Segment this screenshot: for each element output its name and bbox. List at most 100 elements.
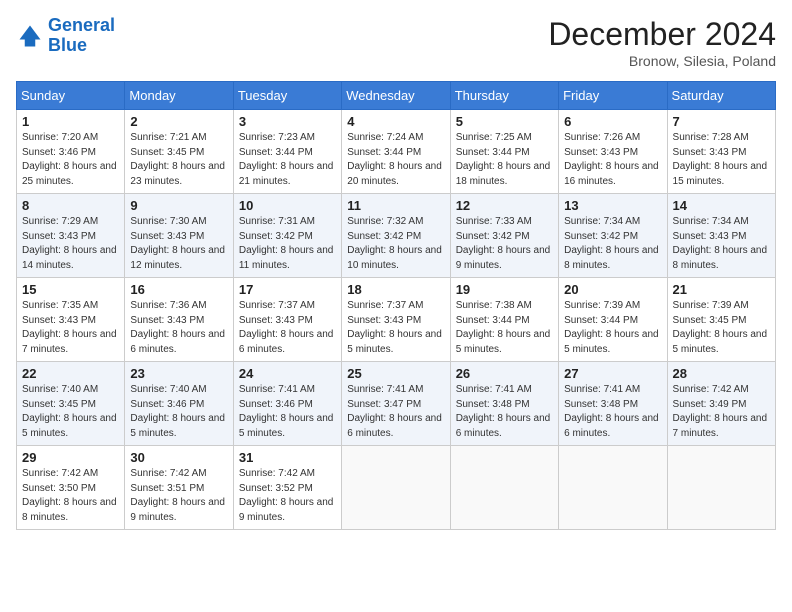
logo-text: General Blue	[48, 16, 115, 56]
day-number: 15	[22, 282, 119, 297]
calendar-cell: 28 Sunrise: 7:42 AM Sunset: 3:49 PM Dayl…	[667, 362, 775, 446]
day-number: 28	[673, 366, 770, 381]
calendar-cell: 2 Sunrise: 7:21 AM Sunset: 3:45 PM Dayli…	[125, 110, 233, 194]
calendar-cell: 8 Sunrise: 7:29 AM Sunset: 3:43 PM Dayli…	[17, 194, 125, 278]
day-number: 22	[22, 366, 119, 381]
calendar-table: SundayMondayTuesdayWednesdayThursdayFrid…	[16, 81, 776, 530]
day-number: 3	[239, 114, 336, 129]
day-info: Sunrise: 7:39 AM Sunset: 3:45 PM Dayligh…	[673, 299, 770, 357]
day-number: 23	[130, 366, 227, 381]
day-of-week-header: Thursday	[450, 82, 558, 110]
day-info: Sunrise: 7:23 AM Sunset: 3:44 PM Dayligh…	[239, 131, 336, 189]
calendar-cell: 6 Sunrise: 7:26 AM Sunset: 3:43 PM Dayli…	[559, 110, 667, 194]
day-number: 26	[456, 366, 553, 381]
day-info: Sunrise: 7:37 AM Sunset: 3:43 PM Dayligh…	[239, 299, 336, 357]
calendar-header-row: SundayMondayTuesdayWednesdayThursdayFrid…	[17, 82, 776, 110]
calendar-cell: 5 Sunrise: 7:25 AM Sunset: 3:44 PM Dayli…	[450, 110, 558, 194]
calendar-cell: 25 Sunrise: 7:41 AM Sunset: 3:47 PM Dayl…	[342, 362, 450, 446]
calendar-cell: 19 Sunrise: 7:38 AM Sunset: 3:44 PM Dayl…	[450, 278, 558, 362]
day-number: 17	[239, 282, 336, 297]
location: Bronow, Silesia, Poland	[548, 53, 776, 69]
day-info: Sunrise: 7:38 AM Sunset: 3:44 PM Dayligh…	[456, 299, 553, 357]
day-info: Sunrise: 7:36 AM Sunset: 3:43 PM Dayligh…	[130, 299, 227, 357]
day-info: Sunrise: 7:41 AM Sunset: 3:48 PM Dayligh…	[564, 383, 661, 441]
day-number: 24	[239, 366, 336, 381]
day-number: 18	[347, 282, 444, 297]
day-number: 1	[22, 114, 119, 129]
day-of-week-header: Tuesday	[233, 82, 341, 110]
calendar-cell: 23 Sunrise: 7:40 AM Sunset: 3:46 PM Dayl…	[125, 362, 233, 446]
calendar-cell	[559, 446, 667, 530]
day-of-week-header: Monday	[125, 82, 233, 110]
logo: General Blue	[16, 16, 115, 56]
calendar-cell: 20 Sunrise: 7:39 AM Sunset: 3:44 PM Dayl…	[559, 278, 667, 362]
day-info: Sunrise: 7:34 AM Sunset: 3:43 PM Dayligh…	[673, 215, 770, 273]
day-info: Sunrise: 7:42 AM Sunset: 3:50 PM Dayligh…	[22, 467, 119, 525]
calendar-cell: 17 Sunrise: 7:37 AM Sunset: 3:43 PM Dayl…	[233, 278, 341, 362]
day-number: 13	[564, 198, 661, 213]
calendar-cell: 1 Sunrise: 7:20 AM Sunset: 3:46 PM Dayli…	[17, 110, 125, 194]
day-number: 2	[130, 114, 227, 129]
day-number: 27	[564, 366, 661, 381]
day-info: Sunrise: 7:39 AM Sunset: 3:44 PM Dayligh…	[564, 299, 661, 357]
day-number: 11	[347, 198, 444, 213]
day-number: 14	[673, 198, 770, 213]
day-number: 10	[239, 198, 336, 213]
day-info: Sunrise: 7:40 AM Sunset: 3:45 PM Dayligh…	[22, 383, 119, 441]
calendar-cell: 14 Sunrise: 7:34 AM Sunset: 3:43 PM Dayl…	[667, 194, 775, 278]
calendar-cell: 16 Sunrise: 7:36 AM Sunset: 3:43 PM Dayl…	[125, 278, 233, 362]
title-block: December 2024 Bronow, Silesia, Poland	[548, 16, 776, 69]
day-number: 25	[347, 366, 444, 381]
day-number: 12	[456, 198, 553, 213]
day-info: Sunrise: 7:29 AM Sunset: 3:43 PM Dayligh…	[22, 215, 119, 273]
day-info: Sunrise: 7:20 AM Sunset: 3:46 PM Dayligh…	[22, 131, 119, 189]
calendar-cell: 15 Sunrise: 7:35 AM Sunset: 3:43 PM Dayl…	[17, 278, 125, 362]
calendar-cell: 24 Sunrise: 7:41 AM Sunset: 3:46 PM Dayl…	[233, 362, 341, 446]
day-of-week-header: Saturday	[667, 82, 775, 110]
day-info: Sunrise: 7:26 AM Sunset: 3:43 PM Dayligh…	[564, 131, 661, 189]
day-info: Sunrise: 7:21 AM Sunset: 3:45 PM Dayligh…	[130, 131, 227, 189]
day-number: 5	[456, 114, 553, 129]
day-info: Sunrise: 7:41 AM Sunset: 3:48 PM Dayligh…	[456, 383, 553, 441]
calendar-cell	[450, 446, 558, 530]
calendar-cell: 18 Sunrise: 7:37 AM Sunset: 3:43 PM Dayl…	[342, 278, 450, 362]
day-info: Sunrise: 7:42 AM Sunset: 3:49 PM Dayligh…	[673, 383, 770, 441]
calendar-cell: 13 Sunrise: 7:34 AM Sunset: 3:42 PM Dayl…	[559, 194, 667, 278]
day-info: Sunrise: 7:33 AM Sunset: 3:42 PM Dayligh…	[456, 215, 553, 273]
day-number: 8	[22, 198, 119, 213]
day-number: 16	[130, 282, 227, 297]
day-number: 20	[564, 282, 661, 297]
calendar-cell: 10 Sunrise: 7:31 AM Sunset: 3:42 PM Dayl…	[233, 194, 341, 278]
day-info: Sunrise: 7:41 AM Sunset: 3:47 PM Dayligh…	[347, 383, 444, 441]
calendar-cell: 4 Sunrise: 7:24 AM Sunset: 3:44 PM Dayli…	[342, 110, 450, 194]
day-number: 6	[564, 114, 661, 129]
day-info: Sunrise: 7:32 AM Sunset: 3:42 PM Dayligh…	[347, 215, 444, 273]
calendar-cell: 7 Sunrise: 7:28 AM Sunset: 3:43 PM Dayli…	[667, 110, 775, 194]
page-header: General Blue December 2024 Bronow, Siles…	[16, 16, 776, 69]
calendar-cell	[342, 446, 450, 530]
day-info: Sunrise: 7:41 AM Sunset: 3:46 PM Dayligh…	[239, 383, 336, 441]
day-info: Sunrise: 7:37 AM Sunset: 3:43 PM Dayligh…	[347, 299, 444, 357]
day-number: 9	[130, 198, 227, 213]
day-of-week-header: Wednesday	[342, 82, 450, 110]
day-number: 7	[673, 114, 770, 129]
day-number: 4	[347, 114, 444, 129]
day-info: Sunrise: 7:24 AM Sunset: 3:44 PM Dayligh…	[347, 131, 444, 189]
day-info: Sunrise: 7:40 AM Sunset: 3:46 PM Dayligh…	[130, 383, 227, 441]
day-info: Sunrise: 7:25 AM Sunset: 3:44 PM Dayligh…	[456, 131, 553, 189]
day-number: 30	[130, 450, 227, 465]
calendar-cell: 27 Sunrise: 7:41 AM Sunset: 3:48 PM Dayl…	[559, 362, 667, 446]
day-info: Sunrise: 7:42 AM Sunset: 3:52 PM Dayligh…	[239, 467, 336, 525]
day-of-week-header: Friday	[559, 82, 667, 110]
logo-icon	[16, 22, 44, 50]
day-info: Sunrise: 7:42 AM Sunset: 3:51 PM Dayligh…	[130, 467, 227, 525]
day-number: 21	[673, 282, 770, 297]
day-info: Sunrise: 7:34 AM Sunset: 3:42 PM Dayligh…	[564, 215, 661, 273]
calendar-cell	[667, 446, 775, 530]
day-info: Sunrise: 7:31 AM Sunset: 3:42 PM Dayligh…	[239, 215, 336, 273]
day-info: Sunrise: 7:35 AM Sunset: 3:43 PM Dayligh…	[22, 299, 119, 357]
calendar-cell: 22 Sunrise: 7:40 AM Sunset: 3:45 PM Dayl…	[17, 362, 125, 446]
day-of-week-header: Sunday	[17, 82, 125, 110]
calendar-cell: 3 Sunrise: 7:23 AM Sunset: 3:44 PM Dayli…	[233, 110, 341, 194]
calendar-cell: 29 Sunrise: 7:42 AM Sunset: 3:50 PM Dayl…	[17, 446, 125, 530]
